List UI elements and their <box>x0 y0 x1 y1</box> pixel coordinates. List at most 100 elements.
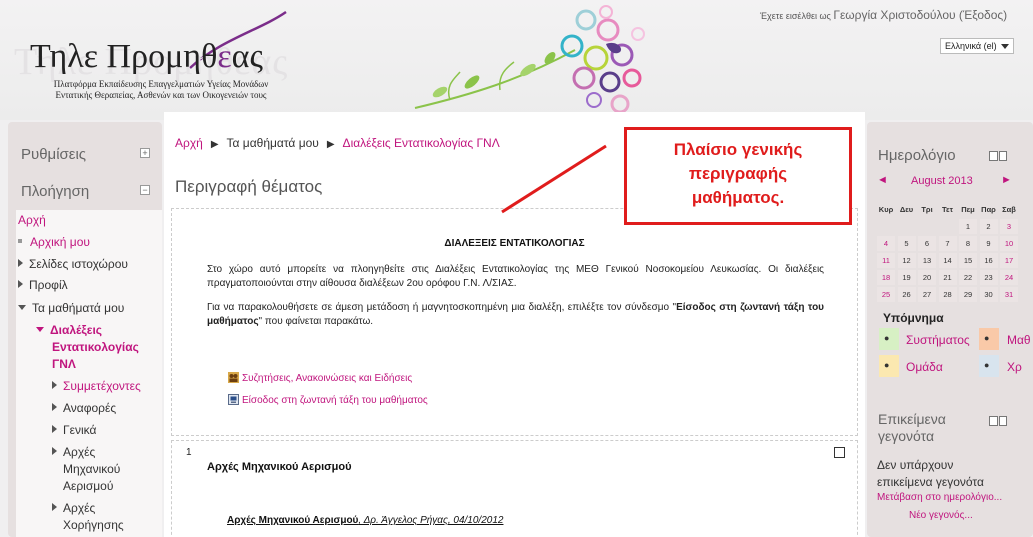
calendar-day[interactable]: 4 <box>877 236 895 251</box>
legend-course-eye-icon[interactable]: ● <box>979 328 999 350</box>
settings-expand-icon[interactable]: + <box>140 148 150 158</box>
nav-section-administration[interactable]: Αρχές Χορήγησης <box>52 500 124 534</box>
nav-site-pages-label: Σελίδες ιστοχώρου <box>29 257 128 271</box>
legend-user-eye-icon[interactable]: ● <box>979 355 999 377</box>
calendar-day[interactable]: 19 <box>897 270 916 285</box>
expand-arrow-icon <box>18 259 23 267</box>
calendar-day[interactable]: 21 <box>938 270 957 285</box>
expand-arrow-icon <box>52 503 57 511</box>
calendar-day[interactable]: 17 <box>1000 253 1018 268</box>
calendar-day[interactable]: 25 <box>877 287 895 302</box>
calendar-day[interactable]: 15 <box>959 253 977 268</box>
calendar-day[interactable]: 2 <box>979 219 998 234</box>
nav-reports[interactable]: Αναφορές <box>52 400 116 417</box>
calendar-day[interactable]: 3 <box>1000 219 1018 234</box>
callout-line1: Πλαίσιο γενικής <box>673 140 803 159</box>
calendar-day[interactable]: 11 <box>877 253 895 268</box>
highlight-checkbox[interactable] <box>834 447 845 458</box>
calendar-month-label[interactable]: August 2013 <box>911 175 973 187</box>
language-select[interactable]: Ελληνικά (el) <box>940 38 1014 54</box>
logo-title-pre: Τηλε Προμηθ <box>30 38 218 75</box>
activity-live-class-label: Είσοδος στη ζωντανή τάξη του μαθήματος <box>242 395 428 406</box>
logo-title-post: ας <box>231 38 263 75</box>
logo-title-accent: ε <box>217 38 232 75</box>
breadcrumb-separator-icon: ▶ <box>326 139 335 150</box>
calendar-day[interactable]: 9 <box>979 236 998 251</box>
calendar-day[interactable]: 14 <box>938 253 957 268</box>
nav-profile[interactable]: Προφίλ <box>18 277 68 294</box>
login-user-link[interactable]: Γεωργία Χριστοδούλου (Έξοδος) <box>833 8 1007 22</box>
nav-site-pages[interactable]: Σελίδες ιστοχώρου <box>18 256 128 273</box>
calendar-dock-icon[interactable] <box>989 148 1007 161</box>
nav-profile-label: Προφίλ <box>29 278 68 292</box>
site-logo[interactable]: Τηλε Προμηθεας <box>30 38 263 76</box>
nav-mech-label-3: Αερισμού <box>63 479 114 493</box>
summary-p2-post: " που φαίνεται παρακάτω. <box>258 316 374 327</box>
navigation-collapse-icon[interactable]: − <box>140 185 150 195</box>
nav-course[interactable]: Διαλέξεις Εντατικολογίας ΓΝΛ <box>36 322 139 373</box>
breadcrumb-separator-icon: ▶ <box>210 139 219 150</box>
events-dock-icon[interactable] <box>989 413 1007 426</box>
legend-system-eye-icon[interactable]: ● <box>879 328 899 350</box>
calendar-day[interactable]: 10 <box>1000 236 1018 251</box>
bullet-icon <box>18 239 22 243</box>
breadcrumb-course[interactable]: Διαλέξεις Εντατικολογίας ΓΝΛ <box>343 136 500 150</box>
live-class-icon <box>228 394 239 405</box>
calendar-day[interactable]: 18 <box>877 270 895 285</box>
legend-title: Υπόμνημα <box>883 311 944 325</box>
nav-participants[interactable]: Συμμετέχοντες <box>52 378 141 395</box>
summary-paragraph-1: Στο χώρο αυτό μπορείτε να πλοηγηθείτε στ… <box>207 264 824 289</box>
calendar-day[interactable]: 28 <box>938 287 957 302</box>
nav-home[interactable]: Αρχή <box>18 212 46 229</box>
calendar-day[interactable]: 7 <box>938 236 957 251</box>
nav-my-home[interactable]: Αρχική μου <box>18 234 90 251</box>
calendar-day[interactable]: 27 <box>918 287 936 302</box>
goto-calendar-link[interactable]: Μετάβαση στο ημερολόγιο... <box>877 492 1002 503</box>
calendar-day[interactable]: 6 <box>918 236 936 251</box>
nav-section-mechanical-ventilation[interactable]: Αρχές Μηχανικού Αερισμού <box>52 444 120 495</box>
calendar-day[interactable]: 1 <box>959 219 977 234</box>
calendar-next-icon[interactable]: ► <box>1001 174 1012 186</box>
calendar-day[interactable]: 5 <box>897 236 916 251</box>
callout-line2: περιγραφής <box>688 164 788 183</box>
course-summary-section: ΔΙΑΛΕΞΕΙΣ ΕΝΤΑΤΙΚΟΛΟΓΙΑΣ Στο χώρο αυτό μ… <box>171 208 858 436</box>
calendar-day[interactable]: 13 <box>918 253 936 268</box>
navigation-tree: Αρχή Αρχική μου Σελίδες ιστοχώρου Προφίλ… <box>16 210 162 537</box>
calendar-day[interactable]: 8 <box>959 236 977 251</box>
nav-my-courses[interactable]: Τα μαθήματά μου <box>18 300 124 317</box>
resource-details: , Δρ. Άγγελος Ρήγας, 04/10/2012 <box>358 515 504 526</box>
activity-live-class[interactable]: Είσοδος στη ζωντανή τάξη του μαθήματος <box>228 394 428 406</box>
calendar-day[interactable]: 29 <box>959 287 977 302</box>
calendar-day[interactable]: 12 <box>897 253 916 268</box>
calendar-day[interactable]: 31 <box>1000 287 1018 302</box>
section-title: Αρχές Μηχανικού Αερισμού <box>207 461 352 473</box>
no-events-message: Δεν υπάρχουν επικείμενα γεγονότα <box>877 457 984 491</box>
summary-paragraph-2: Για να παρακολουθήσετε σε άμεση μετάδοση… <box>207 301 824 329</box>
section-resource-link[interactable]: Αρχές Μηχανικού Αερισμού, Δρ. Άγγελος Ρή… <box>227 515 503 526</box>
calendar-day[interactable]: 23 <box>979 270 998 285</box>
calendar-day[interactable]: 20 <box>918 270 936 285</box>
nav-mech-label-2: Μηχανικού <box>63 462 121 476</box>
right-column: Ημερολόγιο ◄ August 2013 ► Κυρ Δευ Τρι Τετ Π… <box>867 122 1033 537</box>
breadcrumb-home[interactable]: Αρχή <box>175 136 203 150</box>
login-info: Έχετε εισέλθει ως Γεωργία Χριστοδούλου (… <box>760 8 1007 22</box>
nav-course-label-2: Εντατικολογίας <box>52 340 139 354</box>
course-section-1: 1 Αρχές Μηχανικού Αερισμού Αρχές Μηχανικ… <box>171 440 858 537</box>
nav-reports-label: Αναφορές <box>63 401 117 415</box>
calendar-day[interactable]: 22 <box>959 270 977 285</box>
nav-mech-label-1: Αρχές <box>63 445 96 459</box>
calendar-day[interactable]: 26 <box>897 287 916 302</box>
activity-forum[interactable]: Συζητήσεις, Ανακοινώσεις και Ειδήσεις <box>228 372 412 384</box>
new-event-link[interactable]: Νέο γεγονός... <box>909 510 973 521</box>
nav-general[interactable]: Γενικά <box>52 422 96 439</box>
calendar-weekday: Δευ <box>899 205 914 214</box>
breadcrumb-my-courses[interactable]: Τα μαθήματά μου <box>227 136 319 150</box>
calendar-day[interactable]: 16 <box>979 253 998 268</box>
breadcrumb: Αρχή ▶ Τα μαθήματά μου ▶ Διαλέξεις Εντατικολ… <box>175 136 500 150</box>
calendar-day[interactable]: 30 <box>979 287 998 302</box>
legend-group-eye-icon[interactable]: ● <box>879 355 899 377</box>
calendar-day[interactable]: 24 <box>1000 270 1018 285</box>
calendar-prev-icon[interactable]: ◄ <box>877 174 888 186</box>
expand-arrow-icon <box>52 403 57 411</box>
events-title-line1: Επικείμενα <box>878 411 946 427</box>
